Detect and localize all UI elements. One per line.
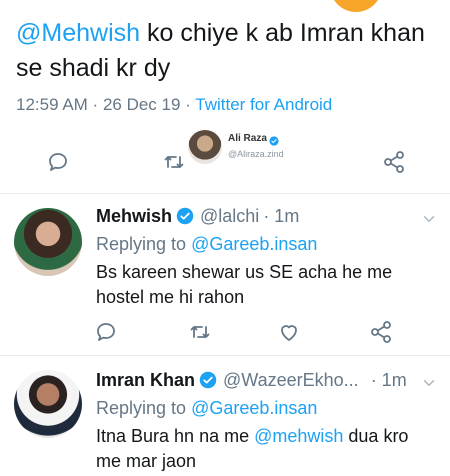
main-tweet-text: @Mehwish ko chiye k ab Imran khan se sha… bbox=[16, 16, 436, 86]
mention-link[interactable]: @mehwish bbox=[254, 426, 343, 446]
author-name[interactable]: Imran Khan bbox=[96, 370, 195, 390]
tweet-time: 12:59 AM bbox=[16, 95, 88, 114]
tweet-source-link[interactable]: Twitter for Android bbox=[195, 95, 332, 114]
replying-label: Replying to bbox=[96, 398, 187, 418]
tweet-metadata: 12:59 AM · 26 Dec 19 · Twitter for Andro… bbox=[16, 95, 332, 115]
overlay-profile-card: Ali Raza @Aliraza.zind bbox=[184, 128, 334, 176]
mention-link[interactable]: @Mehwish bbox=[16, 19, 140, 47]
share-icon bbox=[384, 151, 404, 173]
avatar[interactable] bbox=[14, 208, 82, 276]
share-button[interactable] bbox=[380, 148, 408, 176]
tweet-header: Imran Khan @WazeerEkho... · 1m bbox=[96, 370, 407, 391]
share-button[interactable] bbox=[367, 318, 395, 346]
replying-to-link[interactable]: @Gareeb.insan bbox=[191, 398, 317, 418]
replying-to: Replying to @Gareeb.insan bbox=[96, 398, 317, 419]
reply-button[interactable] bbox=[92, 318, 120, 346]
replying-to: Replying to @Gareeb.insan bbox=[96, 234, 317, 255]
retweet-icon bbox=[164, 156, 184, 168]
verified-icon bbox=[269, 133, 279, 146]
tweet-text: Itna Bura hn na me @mehwish dua kro me m… bbox=[96, 424, 416, 474]
tweet-text-part: Itna Bura hn na me bbox=[96, 426, 255, 446]
reply-icon bbox=[97, 323, 115, 341]
reply-icon bbox=[49, 153, 67, 171]
overlay-handle: @Aliraza.zind bbox=[228, 149, 284, 159]
tweet-time: · 1m bbox=[263, 206, 300, 226]
meta-separator: · bbox=[180, 95, 196, 114]
chevron-down-icon[interactable] bbox=[420, 374, 438, 392]
reply-tweet[interactable]: Mehwish @lalchi · 1m Replying to @Gareeb.i… bbox=[0, 194, 450, 354]
tweet-time: · 1m bbox=[370, 370, 407, 390]
replying-to-link[interactable]: @Gareeb.insan bbox=[191, 234, 317, 254]
author-handle[interactable]: @lalchi bbox=[200, 206, 259, 226]
retweet-button[interactable] bbox=[186, 318, 214, 346]
tweet-text: Bs kareen shewar us SE acha he me hostel… bbox=[96, 262, 393, 307]
author-handle[interactable]: @WazeerEkho... bbox=[223, 370, 359, 390]
avatar[interactable] bbox=[14, 370, 82, 438]
meta-separator: · bbox=[87, 95, 103, 114]
retweet-icon bbox=[190, 326, 210, 338]
overlay-name: Ali Raza bbox=[228, 133, 267, 144]
share-icon bbox=[371, 321, 391, 343]
verified-icon bbox=[176, 207, 194, 225]
tweet-header: Mehwish @lalchi · 1m bbox=[96, 206, 299, 227]
replying-label: Replying to bbox=[96, 234, 187, 254]
chevron-down-icon[interactable] bbox=[420, 210, 438, 228]
reply-tweet[interactable]: Imran Khan @WazeerEkho... · 1m Replying to… bbox=[0, 356, 450, 476]
overlay-avatar bbox=[188, 130, 222, 164]
like-button[interactable] bbox=[275, 318, 303, 346]
verified-icon bbox=[199, 371, 217, 389]
emoji-face-icon bbox=[330, 0, 382, 12]
reply-actions bbox=[0, 318, 450, 348]
author-name[interactable]: Mehwish bbox=[96, 206, 172, 226]
heart-icon bbox=[281, 325, 297, 341]
reply-button[interactable] bbox=[44, 148, 72, 176]
tweet-date: 26 Dec 19 bbox=[102, 95, 181, 114]
